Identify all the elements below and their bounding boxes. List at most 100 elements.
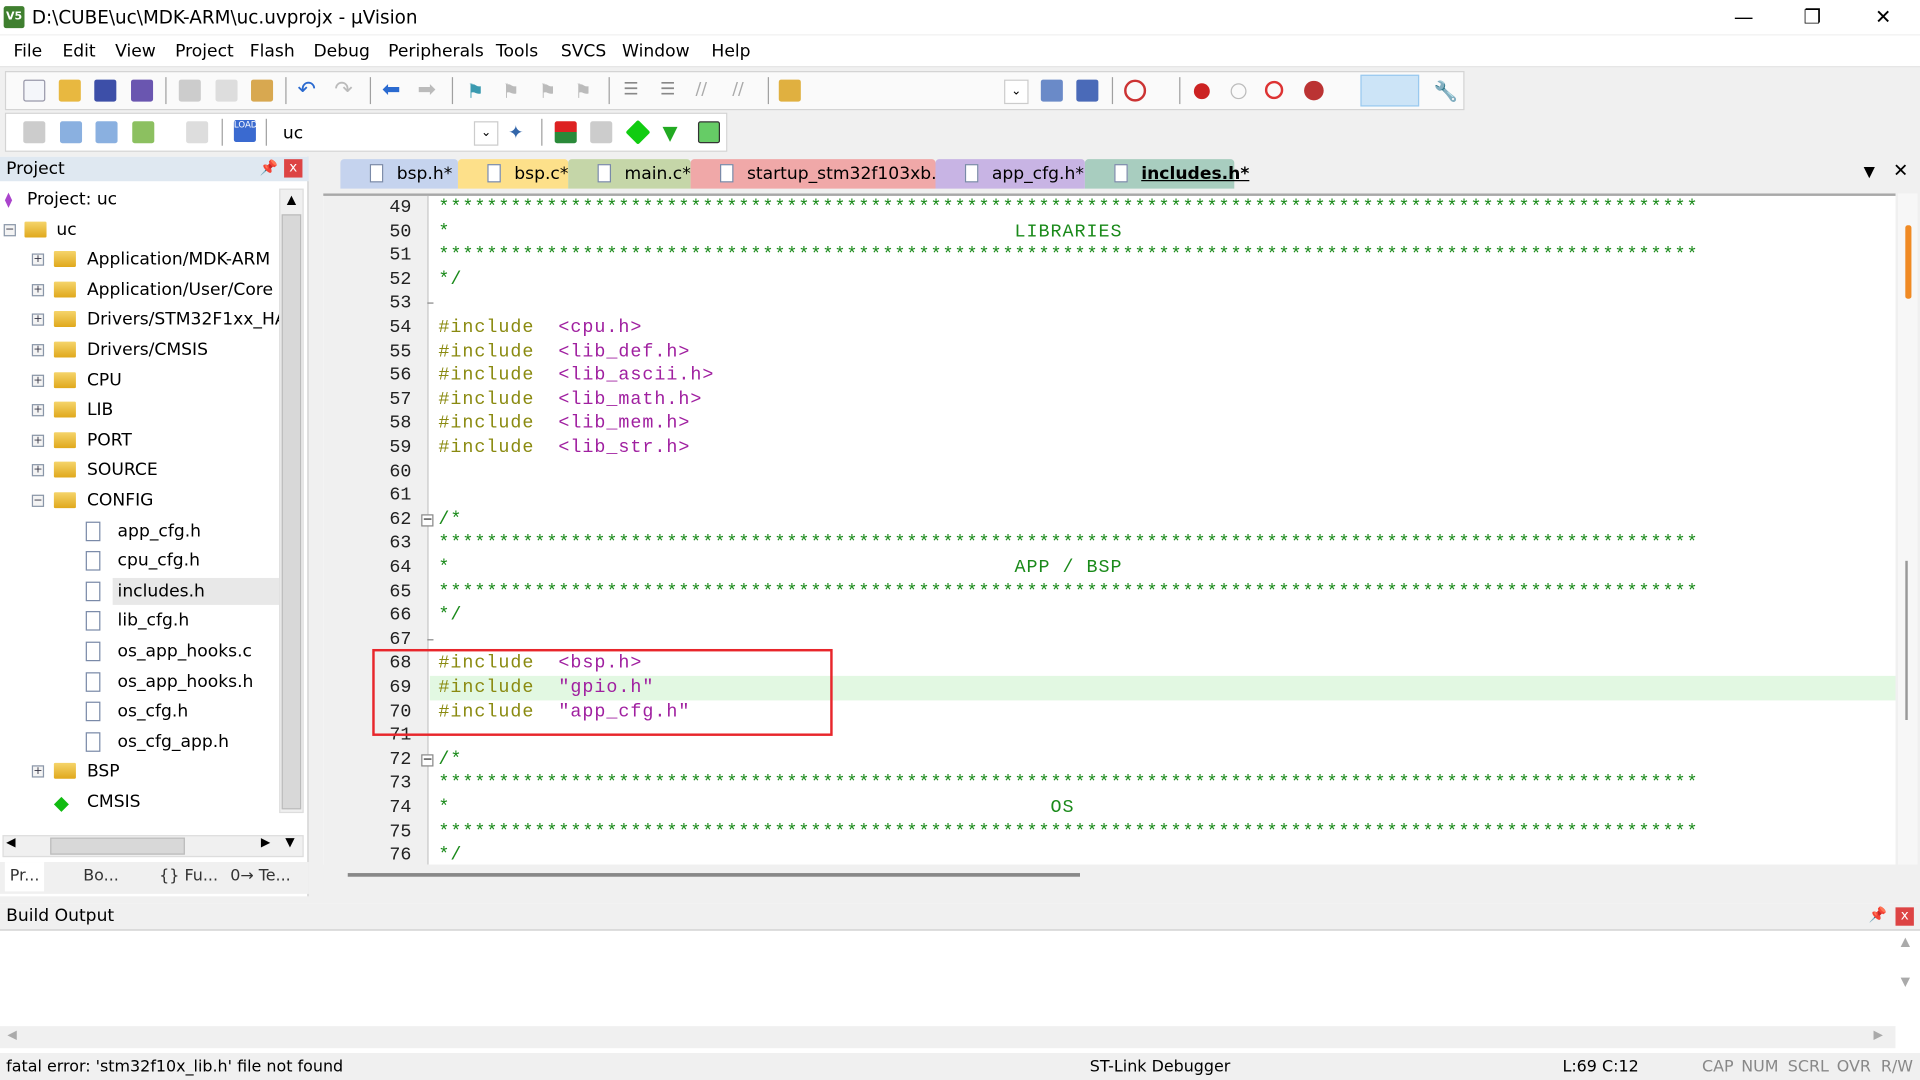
tab-bsp-h-[interactable]: bsp.h*: [340, 159, 458, 189]
window-layout-button[interactable]: [1360, 74, 1420, 107]
new-file-icon[interactable]: [23, 79, 46, 102]
find-in-files-icon[interactable]: [778, 79, 801, 102]
navigate-back-icon[interactable]: ⬅: [382, 79, 404, 102]
redo-icon[interactable]: ↷: [334, 79, 356, 102]
scroll-down-icon[interactable]: ▼: [285, 836, 294, 849]
expand-toggle[interactable]: +: [31, 283, 45, 297]
menu-file[interactable]: File: [13, 42, 42, 62]
tab-functions[interactable]: {} Fu...: [159, 862, 218, 891]
tree-file[interactable]: os_app_hooks.c: [113, 638, 257, 665]
tab-startup-stm32f103xb-s-[interactable]: startup_stm32f103xb.s*: [690, 159, 954, 189]
tree-group[interactable]: SOURCE: [87, 457, 158, 484]
find-icon[interactable]: [1040, 79, 1063, 102]
select-packs-icon[interactable]: [590, 121, 613, 144]
tree-file[interactable]: app_cfg.h: [113, 517, 206, 544]
tab-bsp-c-[interactable]: bsp.c*: [457, 159, 568, 189]
comment-icon[interactable]: //: [696, 80, 718, 102]
paste-icon[interactable]: [251, 79, 274, 102]
pack-installer-icon[interactable]: ▼: [662, 121, 684, 144]
tree-group[interactable]: CPU: [87, 367, 122, 394]
pin-icon[interactable]: 📌: [1869, 906, 1887, 923]
disable-breakpoint-icon[interactable]: [1230, 83, 1247, 100]
scroll-right-icon[interactable]: ▶: [261, 836, 270, 849]
expand-toggle[interactable]: +: [31, 344, 45, 357]
tab-main-c-[interactable]: main.c*: [568, 159, 691, 189]
expand-toggle[interactable]: +: [31, 253, 45, 266]
target-dropdown[interactable]: ⌄: [473, 121, 499, 146]
close-editor-icon[interactable]: ✕: [1893, 159, 1908, 181]
indent-icon[interactable]: ☰: [623, 80, 645, 102]
tab-templates[interactable]: 0→ Te...: [230, 862, 291, 891]
manage-rte-icon[interactable]: [625, 119, 651, 145]
disable-all-breakpoints-icon[interactable]: [1264, 80, 1284, 100]
tab-books[interactable]: Bo...: [83, 862, 119, 891]
fold-collapse-icon[interactable]: −: [421, 753, 434, 767]
bookmark-icon[interactable]: ⚑: [467, 80, 489, 103]
expand-toggle[interactable]: +: [31, 404, 45, 417]
menu-edit[interactable]: Edit: [62, 42, 95, 62]
menu-window[interactable]: Window: [622, 42, 690, 62]
menu-tools[interactable]: Tools: [496, 42, 538, 62]
tree-file[interactable]: os_cfg.h: [113, 698, 193, 725]
menu-debug[interactable]: Debug: [313, 42, 369, 62]
maximize-button[interactable]: ❐: [1778, 0, 1847, 34]
h-scroll-thumb[interactable]: [50, 837, 185, 855]
tree-vertical-scrollbar[interactable]: ▲: [279, 188, 304, 814]
tree-group[interactable]: LIB: [87, 397, 113, 424]
editor-vertical-scrollbar[interactable]: [1897, 193, 1918, 865]
open-file-icon[interactable]: [58, 79, 81, 102]
expand-toggle[interactable]: +: [31, 464, 45, 477]
navigate-forward-icon[interactable]: ➡: [418, 79, 440, 102]
clear-bookmarks-icon[interactable]: ⚑: [574, 80, 596, 103]
tree-group[interactable]: Drivers/CMSIS: [87, 337, 208, 364]
configure-wrench-icon[interactable]: 🔧: [1434, 80, 1458, 103]
tree-group[interactable]: Application/User/Core: [87, 276, 273, 303]
tree-file[interactable]: cpu_cfg.h: [113, 548, 205, 575]
tab-list-dropdown-icon[interactable]: ▼: [1864, 163, 1875, 180]
next-bookmark-icon[interactable]: ⚑: [539, 80, 561, 103]
translate-icon[interactable]: [23, 121, 46, 144]
tab-project[interactable]: Pr...: [4, 862, 45, 892]
project-root[interactable]: Project: uc: [27, 186, 117, 213]
breakpoint-icon[interactable]: [1193, 83, 1210, 100]
menu-view[interactable]: View: [115, 42, 156, 62]
tree-group[interactable]: BSP: [87, 758, 120, 785]
pin-icon[interactable]: 📌: [260, 159, 278, 176]
tree-file[interactable]: includes.h: [112, 577, 280, 605]
output-horizontal-scrollbar[interactable]: ◀ ▶: [0, 1026, 1896, 1049]
batch-build-icon[interactable]: [132, 121, 155, 144]
collapse-toggle[interactable]: −: [31, 494, 45, 507]
debug-session-icon[interactable]: [1124, 79, 1147, 102]
fold-collapse-icon[interactable]: −: [421, 513, 434, 527]
event-recorder-icon[interactable]: [697, 121, 721, 144]
close-button[interactable]: ✕: [1849, 0, 1918, 34]
cut-icon[interactable]: [178, 79, 201, 102]
build-icon[interactable]: [60, 121, 83, 144]
expand-toggle[interactable]: +: [31, 374, 45, 387]
unindent-icon[interactable]: ☰: [660, 80, 682, 102]
tree-group[interactable]: CMSIS: [87, 789, 141, 816]
undo-icon[interactable]: ↶: [298, 79, 320, 102]
prev-bookmark-icon[interactable]: ⚑: [502, 80, 524, 103]
uncomment-icon[interactable]: //: [732, 80, 754, 102]
manage-components-icon[interactable]: [554, 121, 577, 144]
h-scroll-thumb[interactable]: [347, 873, 1081, 877]
scroll-up-icon[interactable]: ▲: [280, 190, 302, 212]
menu-svcs[interactable]: SVCS: [561, 42, 606, 62]
tree-group[interactable]: Application/MDK-ARM: [87, 246, 270, 273]
close-panel-icon[interactable]: x: [1895, 907, 1914, 926]
stop-build-icon[interactable]: [186, 121, 209, 144]
menu-project[interactable]: Project: [175, 42, 234, 62]
expand-toggle[interactable]: +: [31, 313, 45, 327]
tree-group[interactable]: PORT: [87, 427, 132, 454]
close-panel-icon[interactable]: x: [284, 159, 303, 178]
expand-toggle[interactable]: +: [31, 434, 45, 447]
tree-file[interactable]: os_cfg_app.h: [113, 728, 234, 755]
tab-app-cfg-h-[interactable]: app_cfg.h*: [935, 159, 1085, 189]
tree-group[interactable]: CONFIG: [87, 487, 154, 514]
find-dropdown[interactable]: ⌄: [1004, 79, 1029, 105]
menu-flash[interactable]: Flash: [250, 42, 295, 62]
scroll-thumb[interactable]: [281, 214, 302, 810]
scroll-left-icon[interactable]: ◀: [6, 836, 15, 849]
editor-horizontal-scrollbar[interactable]: [323, 864, 1896, 887]
